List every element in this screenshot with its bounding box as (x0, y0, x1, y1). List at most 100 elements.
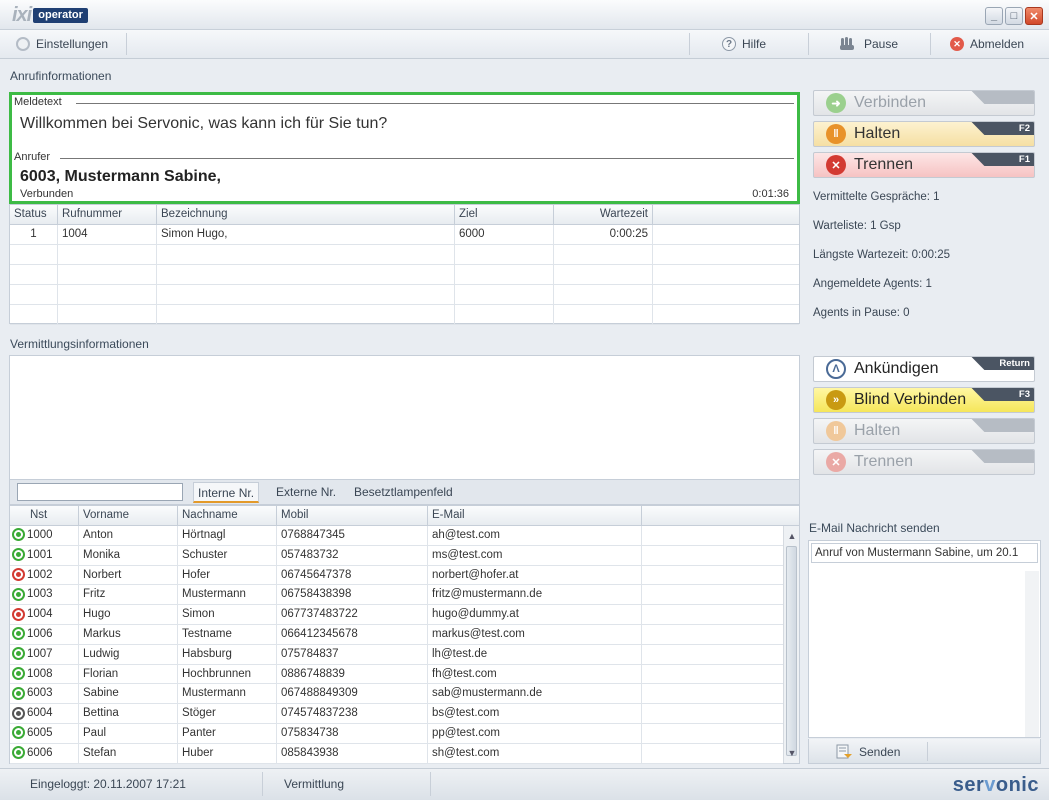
shortcut-key-badge (971, 419, 1034, 432)
status-green-icon (12, 627, 25, 641)
col-vorname[interactable]: Vorname (79, 506, 178, 526)
anrufer-label: Anrufer (14, 151, 55, 163)
email-subject-field[interactable]: Anruf von Mustermann Sabine, um 20.1 (811, 543, 1038, 563)
scroll-thumb[interactable] (786, 546, 797, 756)
col-status[interactable]: Status (10, 205, 58, 225)
settings-button[interactable]: Einstellungen (16, 30, 108, 58)
pause-label: Pause (864, 37, 899, 51)
queue-row[interactable] (10, 245, 799, 265)
directory-cell-mobil: 057483732 (277, 545, 428, 566)
minimize-button[interactable]: _ (985, 7, 1003, 25)
action-label: Halten (854, 125, 901, 142)
logout-button[interactable]: ✕ Abmelden (950, 30, 1024, 58)
directory-cell-vorname: Sabine (79, 684, 178, 705)
transfer-blind-verbinden-button[interactable]: » Blind Verbinden F3 (813, 387, 1035, 413)
col-ziel[interactable]: Ziel (455, 205, 554, 225)
close-button[interactable]: ✕ (1025, 7, 1043, 25)
directory-table: Nst Vorname Nachname Mobil E-Mail 1000 An… (9, 505, 800, 764)
directory-cell-vorname: Norbert (79, 565, 178, 586)
col-rufnummer[interactable]: Rufnummer (58, 205, 157, 225)
scroll-up-icon[interactable]: ▲ (784, 528, 800, 544)
extension-number: 1006 (27, 628, 53, 640)
call-halten-button[interactable]: ‖ Halten F2 (813, 121, 1035, 147)
call-verbinden-button[interactable]: ➜ Verbinden (813, 90, 1035, 116)
directory-cell-blank (642, 744, 783, 764)
queue-row[interactable] (10, 305, 799, 325)
directory-row[interactable]: 6006 Stefan Huber 085843938 sh@test.com (10, 743, 783, 764)
directory-search-input[interactable] (17, 483, 183, 501)
status-green-icon (12, 528, 25, 542)
directory-scrollbar[interactable]: ▲ ▼ (783, 526, 799, 763)
transfer-trennen-button[interactable]: ✕ Trennen (813, 449, 1035, 475)
col-empty (653, 205, 799, 225)
directory-row[interactable]: 6004 Bettina Stöger 074574837238 bs@test.com (10, 704, 783, 725)
arrow-right-icon: ➜ (826, 93, 846, 113)
pause-icon: ‖ (826, 124, 846, 144)
col-wartezeit[interactable]: Wartezeit (554, 205, 653, 225)
send-mail-icon (836, 744, 852, 758)
col-blank (642, 506, 799, 526)
extension-number: 1000 (27, 529, 53, 541)
directory-cell-email: ah@test.com (428, 526, 642, 546)
directory-cell-mobil: 075834738 (277, 724, 428, 744)
queue-cell: 1 (10, 225, 58, 245)
directory-row[interactable]: 1003 Fritz Mustermann 06758438398 fritz@must… (10, 585, 783, 606)
transfer-ankündigen-button[interactable]: Λ Ankündigen Return (813, 356, 1035, 382)
directory-cell-vorname: Stefan (79, 743, 178, 764)
directory-row[interactable]: 6003 Sabine Mustermann 067488849309 sab@must… (10, 684, 783, 705)
stat-queue: Warteliste: 1 Gsp (813, 220, 901, 232)
status-green-icon (12, 587, 25, 601)
directory-cell-mobil: 066412345678 (277, 625, 428, 645)
extension-number: 6006 (27, 746, 53, 759)
directory-cell-nachname: Hofer (178, 565, 277, 586)
queue-cell (58, 305, 157, 325)
tab-interne-nr[interactable]: Interne Nr. (193, 482, 260, 503)
directory-row[interactable]: 1001 Monika Schuster 057483732 ms@test.com (10, 545, 783, 566)
transfer-halten-button[interactable]: ‖ Halten (813, 418, 1035, 444)
tab-besetztlampenfeld[interactable]: Besetztlampenfeld (350, 482, 457, 503)
queue-cell (58, 245, 157, 265)
help-button[interactable]: ? Hilfe (722, 30, 766, 58)
directory-cell-email: norbert@hofer.at (428, 565, 642, 586)
action-label: Verbinden (854, 94, 927, 111)
col-nst[interactable]: Nst (10, 506, 79, 526)
logo-text: operator (33, 7, 88, 23)
queue-cell (157, 265, 455, 285)
directory-cell-blank (642, 724, 783, 744)
call-trennen-button[interactable]: ✕ Trennen F1 (813, 152, 1035, 178)
directory-row[interactable]: 1008 Florian Hochbrunnen 0886748839 fh@test.… (10, 664, 783, 685)
directory-row[interactable]: 1006 Markus Testname 066412345678 markus@tes… (10, 625, 783, 645)
directory-cell-nachname: Habsburg (178, 644, 277, 665)
queue-row[interactable]: 1 1004 Simon Hugo, 6000 0:00:25 (10, 225, 799, 245)
scroll-down-icon[interactable]: ▼ (784, 745, 800, 761)
action-label: Halten (854, 422, 901, 439)
queue-cell (653, 285, 799, 305)
queue-row[interactable] (10, 265, 799, 285)
tab-externe-nr[interactable]: Externe Nr. (272, 482, 340, 503)
directory-cell-vorname: Bettina (79, 704, 178, 725)
queue-row[interactable] (10, 285, 799, 305)
maximize-button[interactable]: □ (1005, 7, 1023, 25)
directory-cell-nachname: Hochbrunnen (178, 664, 277, 685)
directory-cell-vorname: Fritz (79, 585, 178, 606)
stat-transferred: Vermittelte Gespräche: 1 (813, 191, 940, 203)
directory-cell-blank (642, 625, 783, 645)
directory-row[interactable]: 1000 Anton Hörtnagl 0768847345 ah@test.com (10, 526, 783, 546)
call-info-box: Meldetext Willkommen bei Servonic, was k… (9, 92, 800, 204)
directory-row[interactable]: 6005 Paul Panter 075834738 pp@test.com (10, 724, 783, 744)
pause-button[interactable]: Pause (838, 30, 898, 58)
col-nachname[interactable]: Nachname (178, 506, 277, 526)
queue-cell: 1004 (58, 225, 157, 245)
col-bezeichnung[interactable]: Bezeichnung (157, 205, 455, 225)
extension-number: 6003 (27, 687, 53, 700)
directory-cell-email: pp@test.com (428, 724, 642, 744)
meldetext-value: Willkommen bei Servonic, was kann ich fü… (20, 115, 388, 132)
directory-row[interactable]: 1002 Norbert Hofer 06745647378 norbert@hofer… (10, 565, 783, 586)
directory-row[interactable]: 1004 Hugo Simon 067737483722 hugo@dummy.at (10, 605, 783, 626)
col-mobil[interactable]: Mobil (277, 506, 428, 526)
close-icon: ✕ (826, 155, 846, 175)
email-scrollbar[interactable] (1025, 571, 1039, 737)
send-button[interactable]: Senden (835, 742, 900, 761)
directory-row[interactable]: 1007 Ludwig Habsburg 075784837 lh@test.de (10, 644, 783, 665)
col-email[interactable]: E-Mail (428, 506, 642, 526)
